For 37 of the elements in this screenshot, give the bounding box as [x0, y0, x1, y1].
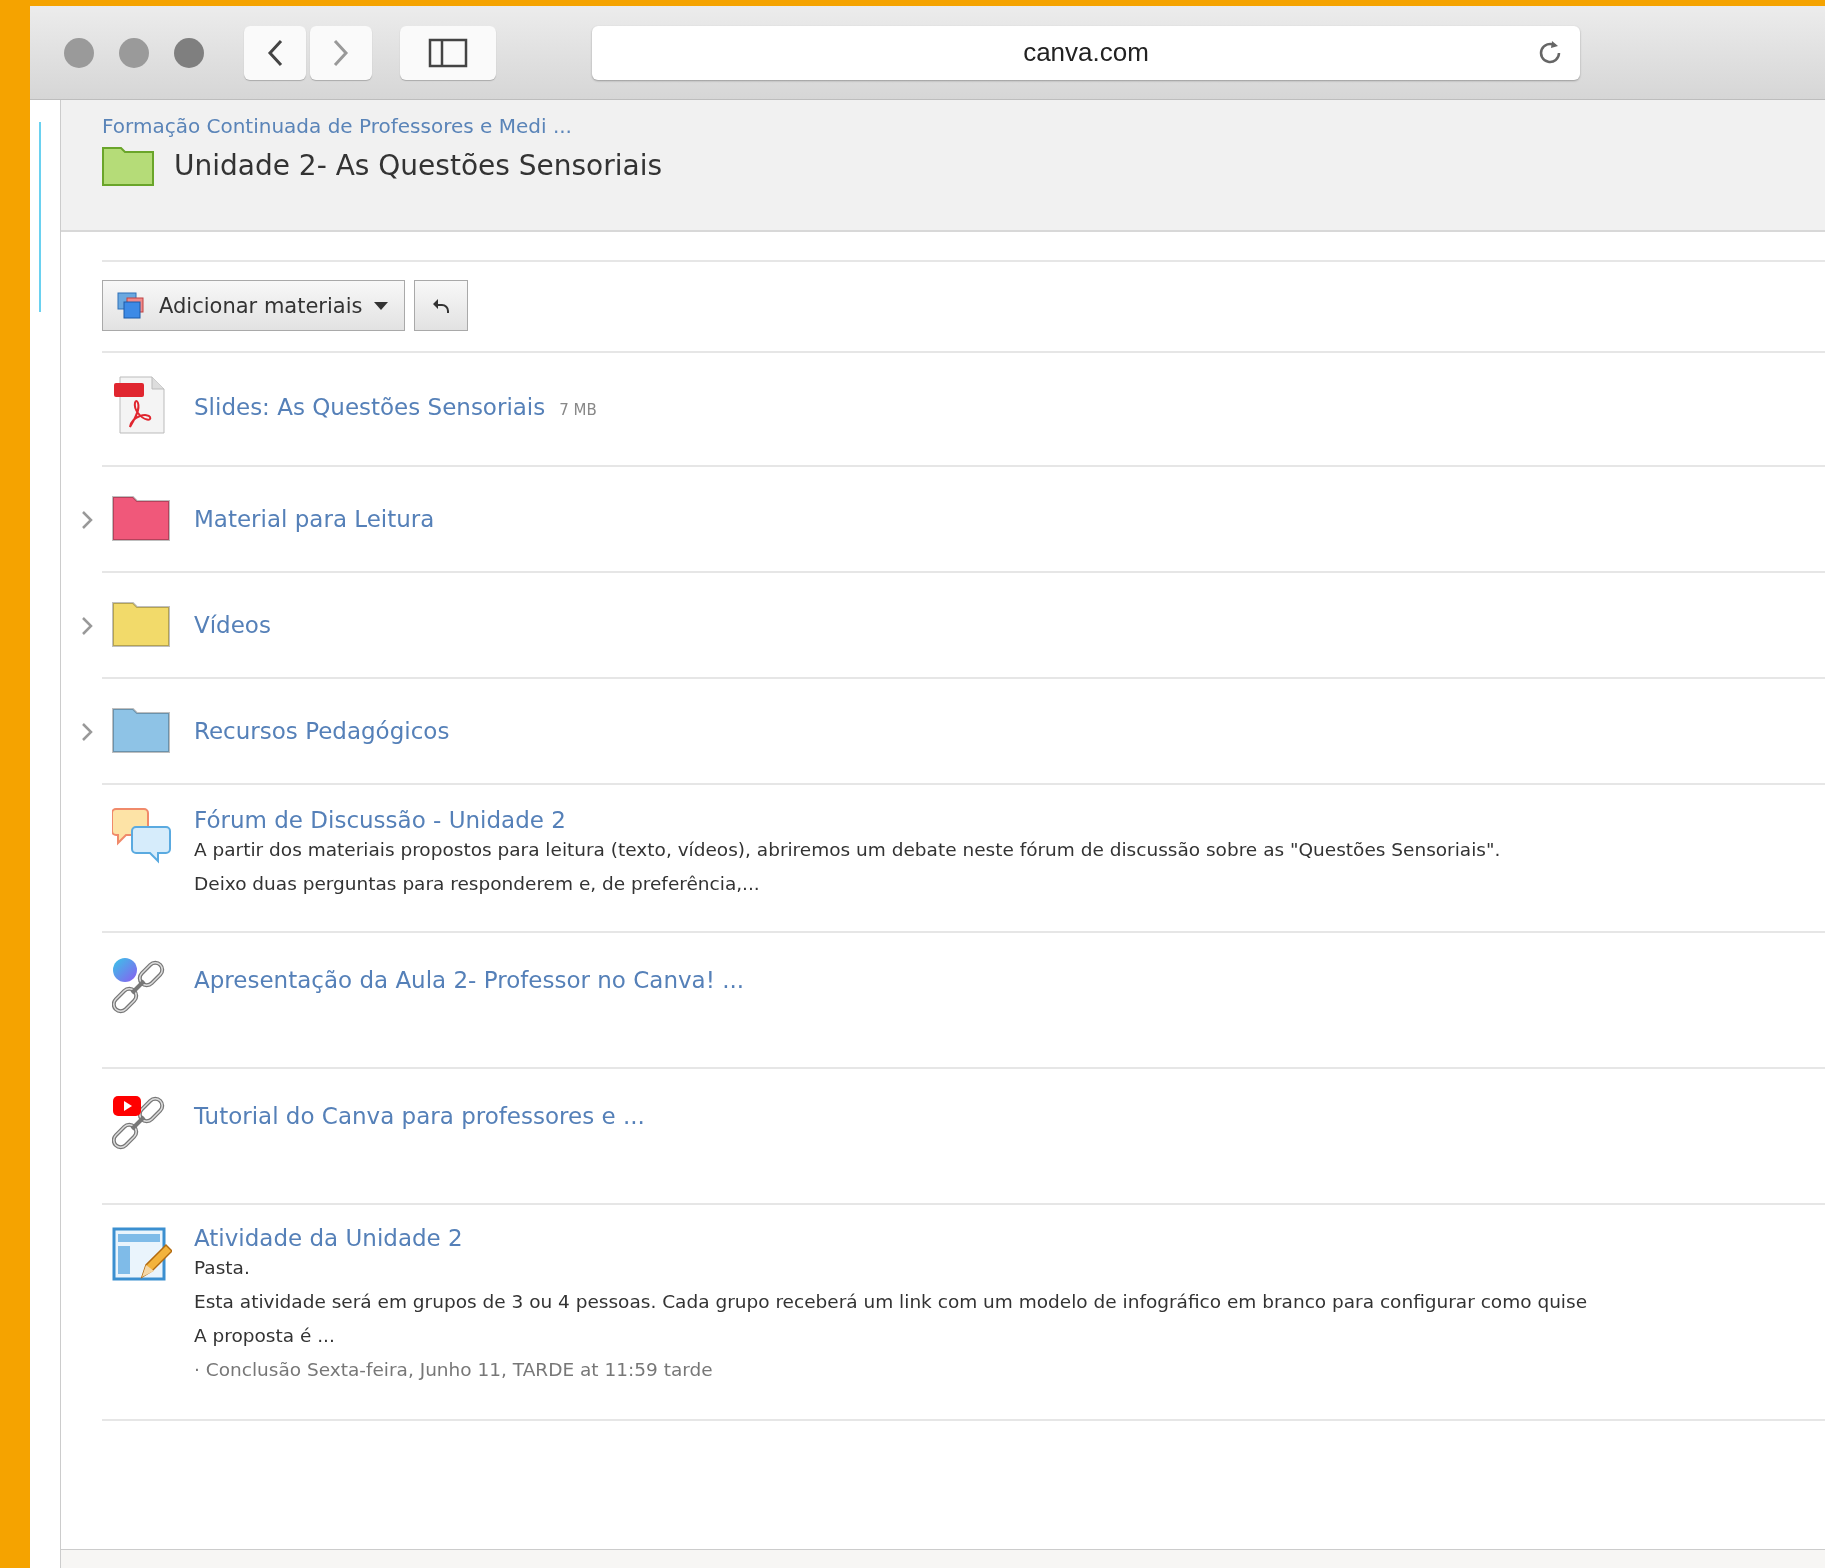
pdf-icon	[112, 375, 168, 435]
item-title-link[interactable]: Slides: As Questões Sensoriais	[194, 394, 546, 420]
item-title-link[interactable]: Vídeos	[194, 612, 271, 638]
back-button[interactable]	[244, 25, 306, 80]
item-description: A proposta é ...	[194, 1324, 336, 1348]
item-title-link[interactable]: Atividade da Unidade 2	[194, 1225, 463, 1251]
window-close-button[interactable]	[64, 37, 94, 68]
chevron-right-icon[interactable]	[81, 616, 93, 636]
sidebar-button[interactable]	[400, 25, 496, 80]
undo-button[interactable]	[414, 280, 469, 331]
item-description: A partir dos materiais propostos para leitura (texto, vídeos), abriremos um debate neste fórum de discussão sobre as "Questões Sensoriais".	[194, 838, 1501, 862]
folder-icon	[102, 144, 154, 186]
caret-icon	[374, 301, 389, 310]
folder-title: Unidade 2- As Questões Sensoriais	[174, 148, 663, 182]
sidebar-icon	[428, 37, 468, 68]
address-bar[interactable]: canva.com	[592, 25, 1580, 80]
item-title-link[interactable]: Apresentação da Aula 2- Professor no Canva! ...	[194, 967, 745, 993]
forward-icon	[333, 38, 349, 67]
window-zoom-button[interactable]	[174, 37, 204, 68]
due-date: · Conclusão Sexta-feira, Junho 11, TARDE at 11:59 tarde	[194, 1358, 714, 1382]
window-minimize-button[interactable]	[119, 37, 149, 68]
add-materials-button[interactable]: Adicionar materiais	[102, 280, 406, 331]
item-title-link[interactable]: Tutorial do Canva para professores e ...	[194, 1103, 645, 1129]
item-title-link[interactable]: Fórum de Discussão - Unidade 2	[194, 807, 566, 833]
item-description: Deixo duas perguntas para responderem e, de preferência,...	[194, 872, 761, 896]
item-title-link[interactable]: Material para Leitura	[194, 506, 435, 532]
item-title-link[interactable]: Recursos Pedagógicos	[194, 718, 450, 744]
undo-icon	[432, 297, 451, 314]
file-size: 7 MB	[559, 401, 597, 419]
breadcrumb-link[interactable]: Formação Continuada de Professores e Medi ...	[102, 114, 572, 138]
chevron-right-icon[interactable]	[81, 722, 93, 742]
item-description: Esta atividade será em grupos de 3 ou 4 pessoas. Cada grupo receberá um link com um modelo de infográfico em branco para configurar como quise	[194, 1290, 1588, 1314]
stacked-squares-icon	[117, 291, 147, 320]
item-type-label: Pasta.	[194, 1256, 251, 1280]
chat-bubbles-icon	[112, 807, 172, 865]
back-icon	[267, 38, 283, 67]
chevron-right-icon[interactable]	[81, 510, 93, 530]
